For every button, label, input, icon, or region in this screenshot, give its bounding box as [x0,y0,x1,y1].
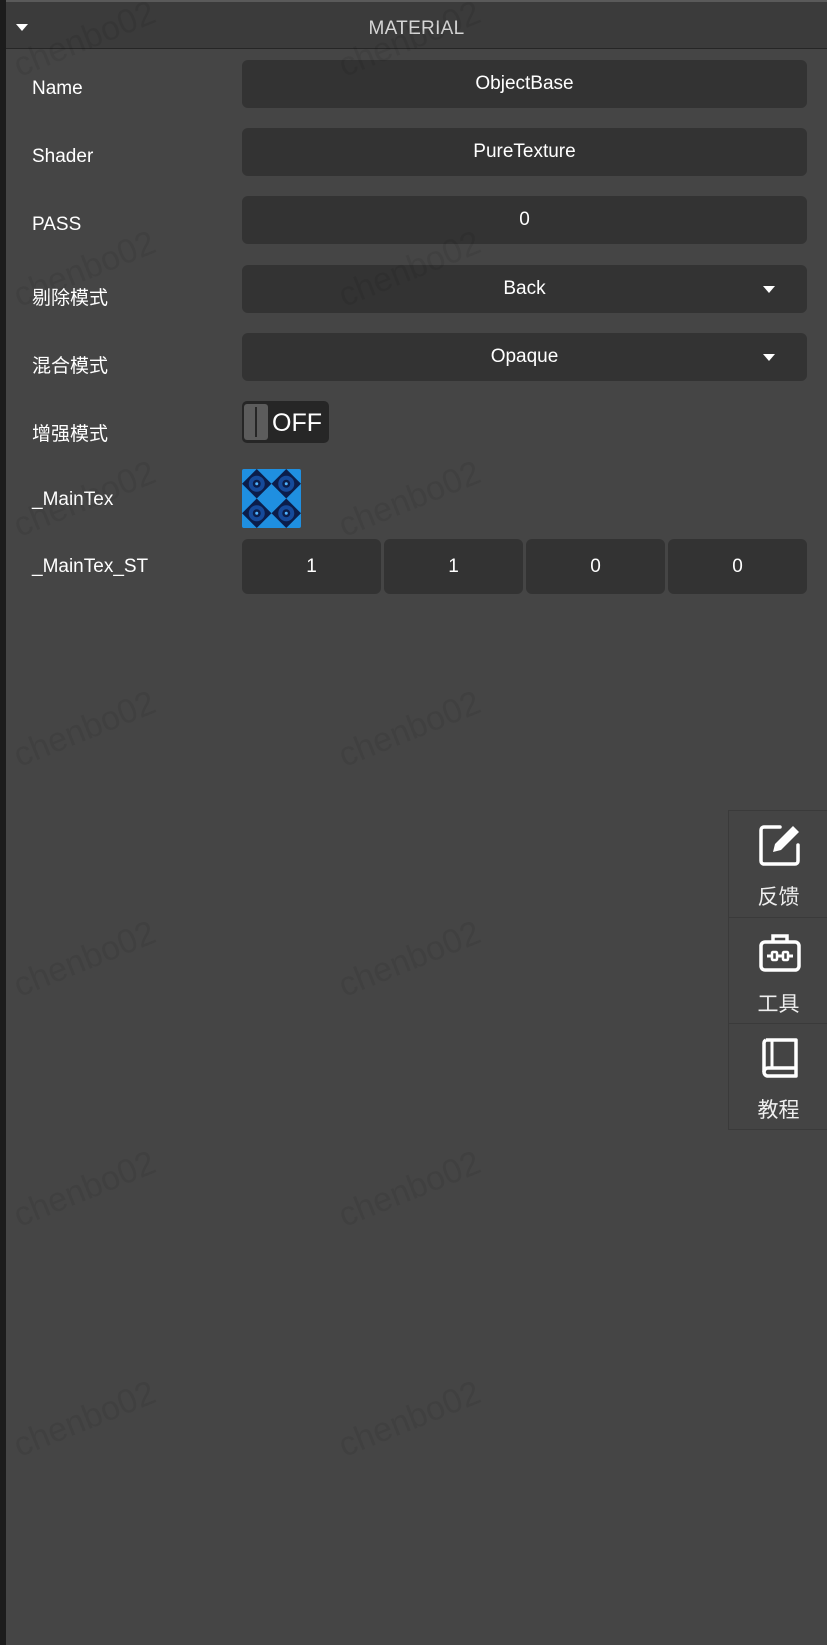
blue-pattern-texture [242,469,301,528]
watermark: chenbo02 [333,683,486,775]
main-tex-st-label: _MainTex_ST [32,556,149,577]
enhance-mode-toggle[interactable]: OFF [242,401,329,443]
toggle-state: OFF [272,409,322,437]
watermark: chenbo02 [333,1143,486,1235]
panel-title: MATERIAL [368,18,465,39]
name-label: Name [32,78,83,99]
main-tex-st-z[interactable]: 0 [526,539,665,594]
watermark: chenbo02 [8,1373,161,1465]
main-tex-label: _MainTex [32,489,114,510]
main-tex-st-y[interactable]: 1 [384,539,523,594]
feedback-label: 反馈 [757,886,800,909]
feedback-button[interactable]: 反馈 [729,811,827,917]
material-panel-header[interactable]: MATERIAL [6,0,827,49]
toolbox-icon [759,934,801,972]
tools-label: 工具 [757,993,800,1016]
main-tex-st-x[interactable]: 1 [242,539,381,594]
toggle-knob[interactable] [244,404,268,440]
book-icon [762,1038,798,1078]
side-tool-panel: 反馈 工具 教程 [728,810,827,1130]
blend-mode-label: 混合模式 [32,356,109,377]
main-tex-st-w[interactable]: 0 [668,539,807,594]
blend-mode-dropdown[interactable]: Opaque [242,333,807,381]
cull-mode-value: Back [503,278,546,299]
edit-icon [759,825,800,866]
chevron-down-icon [763,286,775,293]
watermark: chenbo02 [333,1373,486,1465]
watermark: chenbo02 [8,1143,161,1235]
name-field[interactable]: ObjectBase [242,60,807,108]
cull-mode-dropdown[interactable]: Back [242,265,807,313]
watermark: chenbo02 [333,913,486,1005]
tutorial-button[interactable]: 教程 [729,1023,827,1130]
main-tex-thumbnail[interactable] [242,469,301,528]
pass-field[interactable]: 0 [242,196,807,244]
tutorial-label: 教程 [757,1099,800,1122]
pass-label: PASS [32,214,82,235]
chevron-down-icon [763,354,775,361]
shader-field[interactable]: PureTexture [242,128,807,176]
tools-button[interactable]: 工具 [729,917,827,1024]
blend-mode-value: Opaque [490,346,559,367]
watermark: chenbo02 [8,913,161,1005]
watermark: chenbo02 [8,683,161,775]
enhance-mode-label: 增强模式 [32,424,109,445]
left-edge-strip [0,0,6,1645]
watermark: chenbo02 [333,453,486,545]
shader-label: Shader [32,146,94,167]
cull-mode-label: 剔除模式 [32,288,109,309]
